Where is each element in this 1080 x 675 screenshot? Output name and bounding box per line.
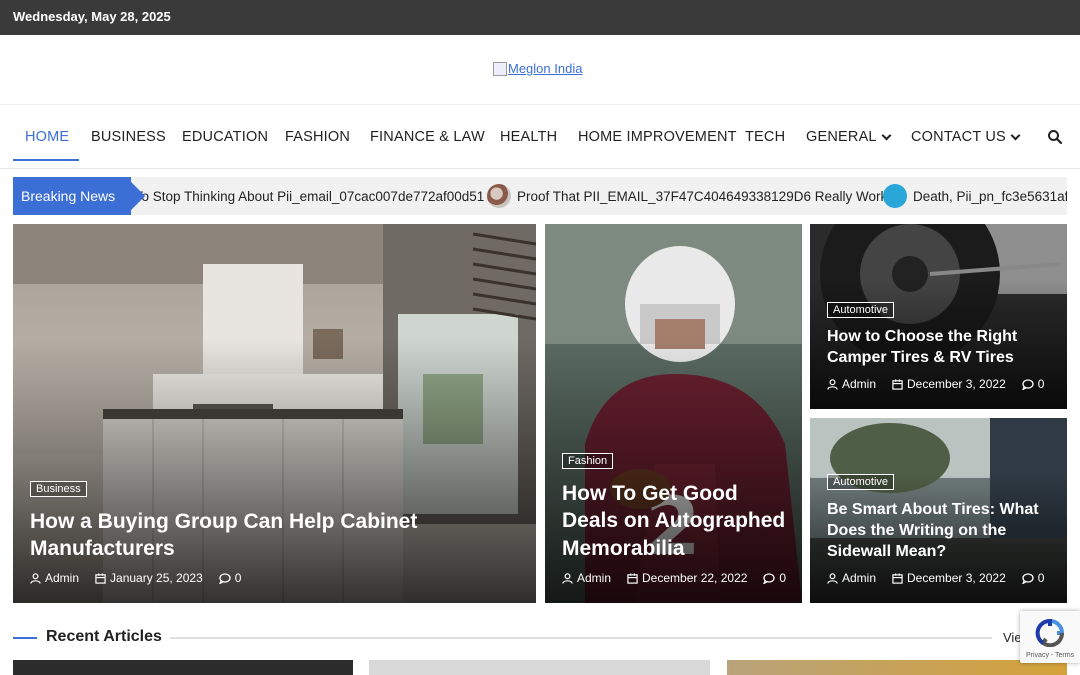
- breaking-news-label: Breaking News: [13, 177, 131, 215]
- recent-article-thumbnail[interactable]: [13, 660, 353, 675]
- ticker-track: ns To Stop Thinking About Pii_email_07ca…: [13, 177, 1067, 215]
- featured-card[interactable]: Automotive Be Smart About Tires: What Do…: [810, 418, 1067, 603]
- featured-card[interactable]: Business How a Buying Group Can Help Cab…: [13, 224, 536, 603]
- nav-item-general[interactable]: GENERAL: [806, 129, 892, 145]
- section-title: Recent Articles: [46, 628, 162, 645]
- comment-count[interactable]: 0: [235, 571, 242, 585]
- site-logo-alt: Meglon India: [508, 61, 583, 76]
- user-icon: [827, 378, 838, 390]
- site-header: Meglon India: [0, 35, 1080, 105]
- top-bar: Wednesday, May 28, 2025: [0, 0, 1080, 35]
- recent-article-thumbnail[interactable]: [727, 660, 1067, 675]
- nav-item-home[interactable]: HOME: [25, 129, 69, 145]
- nav-item-tech[interactable]: TECH: [745, 129, 785, 145]
- ticker-item[interactable]: ns To Stop Thinking About Pii_email_07ca…: [117, 177, 484, 215]
- card-title[interactable]: Be Smart About Tires: What Does the Writ…: [827, 499, 1059, 562]
- user-icon: [30, 572, 41, 584]
- post-date[interactable]: January 25, 2023: [110, 571, 203, 585]
- broken-image-icon: [493, 61, 507, 76]
- comment-icon: [218, 572, 231, 584]
- calendar-icon: [627, 572, 638, 584]
- nav-item-home-improvement[interactable]: HOME IMPROVEMENT: [578, 129, 737, 145]
- card-meta: Admin December 3, 2022 0: [827, 571, 1044, 585]
- view-all-link[interactable]: Vie: [1003, 630, 1022, 645]
- card-meta: Admin December 22, 2022 0: [562, 571, 786, 585]
- chevron-down-icon: [1010, 130, 1021, 140]
- nav-item-business[interactable]: BUSINESS: [91, 129, 166, 145]
- featured-card[interactable]: 2 Fashion How To Get Good Deals on Autog…: [545, 224, 802, 603]
- section-accent: [13, 637, 37, 639]
- comment-count[interactable]: 0: [779, 571, 786, 585]
- nav-item-health[interactable]: HEALTH: [500, 129, 557, 145]
- author-name[interactable]: Admin: [45, 571, 79, 585]
- author-name[interactable]: Admin: [577, 571, 611, 585]
- featured-card[interactable]: Automotive How to Choose the Right Campe…: [810, 224, 1067, 409]
- category-badge[interactable]: Business: [30, 481, 87, 497]
- comment-icon: [763, 572, 776, 584]
- ticker-item[interactable]: Death, Pii_pn_fc3e5631af4c: [883, 177, 1067, 215]
- nav-item-education[interactable]: EDUCATION: [182, 129, 268, 145]
- comment-count[interactable]: 0: [1038, 571, 1045, 585]
- category-badge[interactable]: Automotive: [827, 302, 895, 318]
- comment-icon: [1021, 378, 1034, 390]
- current-date: Wednesday, May 28, 2025: [13, 9, 171, 24]
- post-date[interactable]: December 3, 2022: [907, 377, 1006, 391]
- category-badge[interactable]: Fashion: [562, 453, 614, 469]
- chevron-down-icon: [881, 130, 892, 140]
- recaptcha-badge[interactable]: Privacy - Terms: [1020, 611, 1080, 663]
- recaptcha-icon: [1035, 619, 1065, 647]
- card-meta: Admin December 3, 2022 0: [827, 377, 1044, 391]
- main-navigation: HOME BUSINESS EDUCATION FASHION FINANCE …: [0, 105, 1080, 169]
- card-title[interactable]: How a Buying Group Can Help Cabinet Manu…: [30, 508, 450, 563]
- recaptcha-links[interactable]: Privacy - Terms: [1026, 652, 1074, 659]
- user-icon: [562, 572, 573, 584]
- card-title[interactable]: How To Get Good Deals on Autographed Mem…: [562, 480, 787, 562]
- search-icon[interactable]: [1047, 129, 1063, 145]
- comment-count[interactable]: 0: [1038, 377, 1045, 391]
- recent-article-thumbnail[interactable]: [369, 660, 710, 675]
- card-meta: Admin January 25, 2023 0: [30, 571, 241, 585]
- ticker-thumbnail: [487, 184, 511, 208]
- nav-item-fashion[interactable]: FASHION: [285, 129, 350, 145]
- ticker-item[interactable]: Proof That PII_EMAIL_37F47C404649338129D…: [487, 177, 894, 215]
- user-icon: [827, 572, 838, 584]
- category-badge[interactable]: Automotive: [827, 474, 895, 490]
- section-divider: [170, 637, 992, 639]
- author-name[interactable]: Admin: [842, 571, 876, 585]
- card-overlay: [545, 337, 802, 603]
- site-logo-link[interactable]: Meglon India: [493, 61, 582, 76]
- author-name[interactable]: Admin: [842, 377, 876, 391]
- active-nav-indicator: [13, 159, 79, 161]
- calendar-icon: [95, 572, 106, 584]
- post-date[interactable]: December 22, 2022: [642, 571, 747, 585]
- calendar-icon: [892, 572, 903, 584]
- nav-item-contact-us[interactable]: CONTACT US: [911, 129, 1021, 145]
- comment-icon: [1021, 572, 1034, 584]
- recent-articles-header: Recent Articles Vie: [13, 625, 1067, 649]
- card-overlay: [13, 337, 536, 603]
- nav-item-finance-law[interactable]: FINANCE & LAW: [370, 129, 485, 145]
- breaking-news-ticker: Breaking News ns To Stop Thinking About …: [13, 177, 1067, 215]
- post-date[interactable]: December 3, 2022: [907, 571, 1006, 585]
- calendar-icon: [892, 378, 903, 390]
- card-title[interactable]: How to Choose the Right Camper Tires & R…: [827, 326, 1057, 368]
- ticker-thumbnail: [883, 184, 907, 208]
